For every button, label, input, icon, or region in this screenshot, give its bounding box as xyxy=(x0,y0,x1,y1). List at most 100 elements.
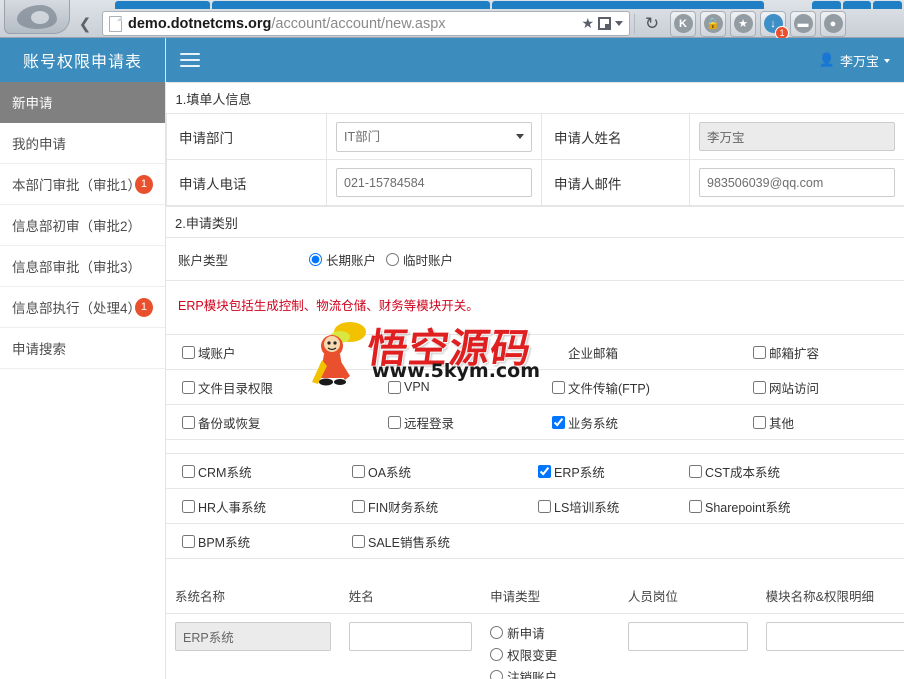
checkbox-file-directory-permission[interactable]: 文件目录权限 xyxy=(182,378,388,397)
checkbox-input[interactable] xyxy=(552,380,565,394)
checkbox-fin-system[interactable]: FIN财务系统 xyxy=(352,497,538,516)
user-menu[interactable]: 👤 李万宝 xyxy=(819,51,890,70)
checkbox-domain-account[interactable]: 域账户 xyxy=(182,343,388,362)
checkbox-label: LS培训系统 xyxy=(554,500,620,515)
checkbox-label: 文件目录权限 xyxy=(198,381,274,396)
sidebar-item-search-applications[interactable]: 申请搜索 xyxy=(0,328,165,369)
extension-star-icon[interactable]: ★ xyxy=(730,10,756,37)
checkbox-label: SALE销售系统 xyxy=(368,535,450,550)
checkbox-hr-system[interactable]: HR人事系统 xyxy=(182,497,352,516)
sidebar-item-dept-approval-1[interactable]: 本部门审批（审批1） 1 xyxy=(0,164,165,205)
apply-type-option-new[interactable]: 新申请 xyxy=(490,622,610,644)
browser-tab[interactable] xyxy=(114,1,211,9)
grid-cell-system xyxy=(166,613,340,679)
checkbox-input[interactable] xyxy=(182,380,195,394)
checkbox-input[interactable] xyxy=(352,464,365,478)
qr-code-icon[interactable] xyxy=(598,17,611,30)
checkbox-file-transfer-ftp[interactable]: 文件传输(FTP) xyxy=(552,378,753,397)
checkbox-oa-system[interactable]: OA系统 xyxy=(352,462,538,481)
checkbox-input[interactable] xyxy=(753,415,766,429)
grid-cell-apply-type: 新申请 权限变更 注销账户 xyxy=(481,613,619,679)
checkbox-input[interactable] xyxy=(352,534,365,548)
checkbox-other[interactable]: 其他 xyxy=(753,413,903,432)
grid-module-input[interactable] xyxy=(765,621,904,651)
checkbox-cst-cost-system[interactable]: CST成本系统 xyxy=(689,462,849,481)
dept-select[interactable]: IT部门 xyxy=(336,121,532,152)
section-1-title: 1.填单人信息 xyxy=(166,82,904,114)
extension-gamepad-icon[interactable]: ▬ xyxy=(790,10,816,37)
account-type-radio-temp[interactable] xyxy=(386,252,400,266)
sidebar-item-new-application[interactable]: 新申请 xyxy=(0,82,165,123)
account-type-option-temp[interactable]: 临时账户 xyxy=(386,250,453,269)
account-type-radio-long[interactable] xyxy=(309,252,322,266)
apply-type-radio-new[interactable] xyxy=(490,626,504,639)
checkbox-sharepoint-system[interactable]: Sharepoint系统 xyxy=(689,497,849,516)
browser-tab[interactable] xyxy=(212,1,490,9)
sidebar-item-my-applications[interactable]: 我的申请 xyxy=(0,123,165,164)
grid-name-input[interactable] xyxy=(348,621,473,651)
checkbox-permission-hidden[interactable] xyxy=(388,346,552,359)
checkbox-input[interactable] xyxy=(689,499,702,513)
checkbox-business-system[interactable]: 业务系统 xyxy=(552,413,753,432)
checkbox-bpm-system[interactable]: BPM系统 xyxy=(182,532,352,551)
account-type-row: 账户类型 长期账户 临时账户 xyxy=(166,237,904,281)
system-row: HR人事系统 FIN财务系统 LS培训系统 Sharepoint系统 xyxy=(166,489,904,524)
browser-tab[interactable] xyxy=(811,1,841,9)
applicant-name-input[interactable] xyxy=(699,122,896,151)
apply-type-radio-cancel[interactable] xyxy=(490,670,504,679)
apply-type-label: 注销账户 xyxy=(507,671,558,679)
apply-type-option-change[interactable]: 权限变更 xyxy=(490,644,610,666)
permission-row: 备份或恢复 远程登录 业务系统 其他 xyxy=(166,405,904,440)
checkbox-input[interactable] xyxy=(182,499,195,513)
checkbox-input[interactable] xyxy=(552,415,565,429)
checkbox-mailbox-expansion[interactable]: 邮箱扩容 xyxy=(753,343,903,362)
grid-position-input[interactable] xyxy=(627,621,748,651)
checkbox-input[interactable] xyxy=(689,464,702,478)
checkbox-input[interactable] xyxy=(753,345,766,359)
checkbox-vpn[interactable]: VPN xyxy=(388,380,552,394)
apply-type-option-cancel[interactable]: 注销账户 xyxy=(490,666,610,679)
extension-more-icon[interactable]: ● xyxy=(820,10,846,37)
checkbox-ls-training-system[interactable]: LS培训系统 xyxy=(538,497,689,516)
apply-type-radio-change[interactable] xyxy=(490,648,504,661)
browser-tab[interactable] xyxy=(491,1,765,9)
extension-lock-icon[interactable]: 🔒 xyxy=(700,10,726,37)
checkbox-label: 域账户 xyxy=(198,346,236,361)
checkbox-input[interactable] xyxy=(182,415,195,429)
extension-k-icon[interactable]: K xyxy=(670,10,696,37)
checkbox-input[interactable] xyxy=(388,415,401,429)
checkbox-input[interactable] xyxy=(753,380,766,394)
checkbox-company-mailbox[interactable]: 企业邮箱 xyxy=(552,343,753,362)
sidebar-item-it-execution-4[interactable]: 信息部执行（处理4） 1 xyxy=(0,287,165,328)
checkbox-input[interactable] xyxy=(538,464,551,478)
grid-system-input[interactable] xyxy=(175,621,331,651)
checkbox-input[interactable] xyxy=(538,499,551,513)
sidebar-item-it-first-review-2[interactable]: 信息部初审（审批2） xyxy=(0,205,165,246)
checkbox-remote-login[interactable]: 远程登录 xyxy=(388,413,552,432)
email-input[interactable] xyxy=(699,168,896,197)
browser-tab[interactable] xyxy=(873,1,903,9)
checkbox-input[interactable] xyxy=(352,499,365,513)
checkbox-input[interactable] xyxy=(182,345,195,359)
browser-tab[interactable] xyxy=(842,1,872,9)
checkbox-website-access[interactable]: 网站访问 xyxy=(753,378,903,397)
account-type-option-long[interactable]: 长期账户 xyxy=(309,250,376,269)
checkbox-input[interactable] xyxy=(388,380,401,394)
checkbox-input[interactable] xyxy=(182,464,195,478)
extension-download-icon[interactable]: ↓ 1 xyxy=(760,10,789,40)
address-bar[interactable]: demo.dotnetcms.org/account/account/new.a… xyxy=(102,11,630,36)
checkbox-backup-restore[interactable]: 备份或恢复 xyxy=(182,413,388,432)
back-chevron-icon[interactable]: ❮ xyxy=(72,11,98,37)
sidebar-item-it-approval-3[interactable]: 信息部审批（审批3） xyxy=(0,246,165,287)
checkbox-input[interactable] xyxy=(182,534,195,548)
phone-input[interactable] xyxy=(336,168,532,197)
checkbox-erp-system[interactable]: ERP系统 xyxy=(538,462,689,481)
chevron-down-icon[interactable] xyxy=(615,21,623,26)
hamburger-menu-icon[interactable] xyxy=(180,53,200,67)
reload-icon[interactable]: ↻ xyxy=(639,11,665,37)
checkbox-crm-system[interactable]: CRM系统 xyxy=(182,462,352,481)
checkbox-sale-system[interactable]: SALE销售系统 xyxy=(352,532,538,551)
bookmark-star-icon[interactable]: ★ xyxy=(581,15,594,32)
checkbox-label: 其他 xyxy=(769,416,795,431)
checkbox-label: CST成本系统 xyxy=(705,465,781,480)
